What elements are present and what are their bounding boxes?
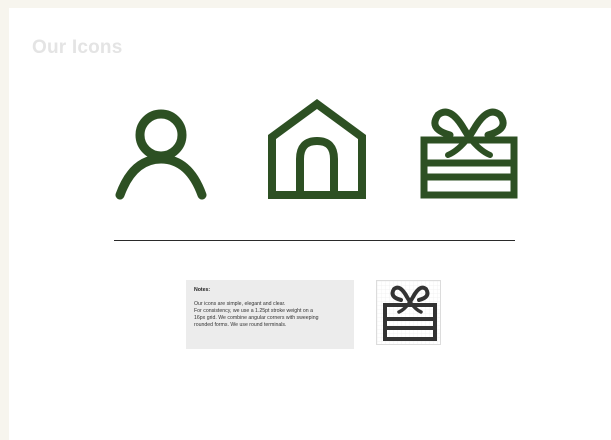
person-icon — [115, 109, 207, 200]
notes-heading: Notes: — [194, 287, 211, 293]
notes-line-2: For consistency, we use a 1.25pt stroke … — [194, 308, 313, 314]
page-title: Our Icons — [32, 37, 123, 58]
notes-line-4: rounded forms. We use round terminals. — [194, 322, 287, 328]
gift-preview-icon — [377, 281, 440, 344]
notes-line-3: 16px grid. We combine angular corners wi… — [194, 315, 319, 321]
divider — [114, 240, 515, 241]
notes-box: Notes: Our icons are simple, elegant and… — [186, 280, 354, 349]
gift-icon — [420, 108, 518, 199]
home-icon — [268, 99, 366, 199]
gift-preview-thumbnail — [376, 280, 441, 345]
artboard: Our Icons Notes: Our icons are simple, e… — [9, 8, 611, 440]
notes-line-1: Our icons are simple, elegant and clear. — [194, 301, 286, 307]
